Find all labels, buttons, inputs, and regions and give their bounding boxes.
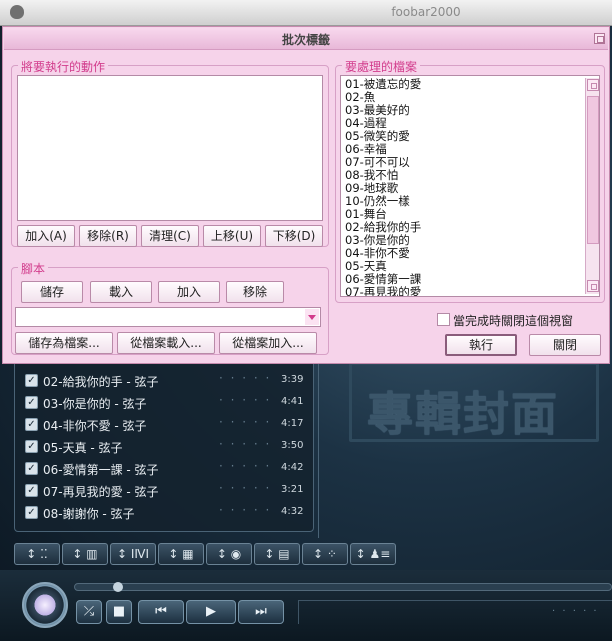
playlist-row-title: 07-再見我的愛 - 弦子 — [43, 485, 159, 499]
files-scrollbar[interactable] — [585, 78, 599, 294]
checkbox-checked-icon[interactable]: ✓ — [25, 506, 38, 519]
checkbox-checked-icon[interactable]: ✓ — [25, 418, 38, 431]
add-action-button[interactable]: 加入(A) — [17, 225, 75, 247]
file-item[interactable]: 06-愛情第一課 — [345, 273, 421, 286]
playlist-toolbar: ↕ ⁚⁚ ↕ ▥ ↕ ⅠⅣⅠ ↕ ▦ ↕ ◉ ↕ ▤ ↕ ⁘ ↕ ♟≡ — [14, 543, 404, 565]
rating-dots[interactable]: · · · · · — [219, 415, 271, 429]
transport-bar: ⤰ ■ ⏮ ▶ ⏭ · · · · · — [0, 570, 612, 641]
album-cover-panel: 專輯封面 — [318, 350, 612, 538]
toolbar-button-5[interactable]: ↕ ◉ — [206, 543, 252, 565]
execute-button[interactable]: 執行 — [445, 334, 517, 356]
scroll-up-icon[interactable] — [587, 79, 599, 91]
album-cover-placeholder: 專輯封面 — [367, 387, 559, 441]
load-script-button[interactable]: 載入 — [90, 281, 152, 303]
checkbox-checked-icon[interactable]: ✓ — [25, 396, 38, 409]
foobar-titlebar: foobar2000 — [0, 0, 612, 26]
checkbox-checked-icon[interactable]: ✓ — [25, 440, 38, 453]
close-when-done-label: 當完成時關閉這個視窗 — [453, 314, 574, 328]
toolbar-button-3[interactable]: ↕ ⅠⅣⅠ — [110, 543, 156, 565]
script-select[interactable] — [15, 307, 321, 327]
playlist-row-time: 3:21 — [281, 484, 304, 495]
toolbar-button-6[interactable]: ↕ ▤ — [254, 543, 300, 565]
files-group-label: 要處理的檔案 — [342, 58, 421, 75]
clean-actions-button[interactable]: 清理(C) — [141, 225, 199, 247]
playlist-row[interactable]: ✓ 07-再見我的愛 - 弦子 · · · · · 3:21 — [23, 481, 309, 501]
remove-action-button[interactable]: 移除(R) — [79, 225, 137, 247]
seek-knob[interactable] — [113, 582, 123, 592]
playlist-row-time: 3:50 — [281, 440, 304, 451]
foobar-window-title: foobar2000 — [391, 5, 461, 19]
next-button[interactable]: ⏭ — [238, 600, 284, 624]
playlist-row[interactable]: ✓ 03-你是你的 - 弦子 · · · · · 4:41 — [23, 393, 309, 413]
rating-dots[interactable]: · · · · · — [219, 371, 271, 385]
playlist-row-time: 4:32 — [281, 506, 304, 517]
close-when-done-checkbox[interactable] — [437, 313, 450, 326]
seek-bar[interactable] — [74, 582, 612, 592]
playlist-row-time: 4:17 — [281, 418, 304, 429]
playlist-row[interactable]: ✓ 06-愛情第一課 - 弦子 · · · · · 4:42 — [23, 459, 309, 479]
playlist-panel[interactable]: ✓ 02-給我你的手 - 弦子 · · · · · 3:39 ✓ 03-你是你的… — [14, 350, 314, 532]
scrollbar-thumb[interactable] — [587, 96, 599, 244]
playlist-row[interactable]: ✓ 02-給我你的手 - 弦子 · · · · · 3:39 — [23, 371, 309, 391]
actions-list[interactable] — [17, 75, 323, 221]
files-group: 要處理的檔案 01-被遺忘的愛 02-魚 03-最美好的 04-過程 05-微笑… — [335, 58, 605, 303]
play-button[interactable]: ▶ — [186, 600, 236, 624]
foobar-disc-logo-icon — [22, 582, 68, 628]
actions-group-label: 將要執行的動作 — [18, 58, 109, 75]
move-up-button[interactable]: 上移(U) — [203, 225, 261, 247]
playlist-row-title: 02-給我你的手 - 弦子 — [43, 375, 159, 389]
playlist-row-title: 03-你是你的 - 弦子 — [43, 397, 147, 411]
rating-dots[interactable]: · · · · · — [219, 503, 271, 517]
toolbar-button-7[interactable]: ↕ ⁘ — [302, 543, 348, 565]
chevron-down-icon[interactable] — [305, 309, 319, 325]
playlist-row-title: 05-天真 - 弦子 — [43, 441, 123, 455]
script-group-label: 腳本 — [18, 260, 49, 277]
dialog-close-icon[interactable] — [594, 33, 605, 44]
rating-dots[interactable]: · · · · · — [219, 393, 271, 407]
close-button[interactable]: 關閉 — [529, 334, 601, 356]
checkbox-checked-icon[interactable]: ✓ — [25, 484, 38, 497]
shuffle-button[interactable]: ⤰ — [76, 600, 102, 624]
load-from-file-button[interactable]: 從檔案載入... — [117, 332, 215, 354]
save-to-file-button[interactable]: 儲存為檔案... — [15, 332, 113, 354]
add-script-button[interactable]: 加入 — [158, 281, 220, 303]
toolbar-button-1[interactable]: ↕ ⁚⁚ — [14, 543, 60, 565]
scroll-down-icon[interactable] — [587, 280, 599, 292]
dialog-titlebar[interactable]: 批次標籤 — [4, 28, 608, 50]
playlist-row-time: 4:42 — [281, 462, 304, 473]
playlist-row[interactable]: ✓ 05-天真 - 弦子 · · · · · 3:50 — [23, 437, 309, 457]
stop-button[interactable]: ■ — [106, 600, 132, 624]
rating-dots[interactable]: · · · · · — [219, 459, 271, 473]
playlist-row-time: 3:39 — [281, 374, 304, 385]
playlist-row[interactable]: ✓ 08-謝謝你 - 弦子 · · · · · 4:32 — [23, 503, 309, 523]
playlist-row-title: 04-非你不愛 - 弦子 — [43, 419, 147, 433]
playlist-row-title: 06-愛情第一課 - 弦子 — [43, 463, 159, 477]
dialog-title: 批次標籤 — [281, 33, 330, 47]
save-script-button[interactable]: 儲存 — [21, 281, 83, 303]
checkbox-checked-icon[interactable]: ✓ — [25, 374, 38, 387]
playlist-row-title: 08-謝謝你 - 弦子 — [43, 507, 135, 521]
rating-dots[interactable]: · · · · · — [219, 437, 271, 451]
playlist-row-time: 4:41 — [281, 396, 304, 407]
move-down-button[interactable]: 下移(D) — [265, 225, 323, 247]
checkbox-checked-icon[interactable]: ✓ — [25, 462, 38, 475]
actions-group: 將要執行的動作 加入(A) 移除(R) 清理(C) 上移(U) 下移(D) — [11, 58, 329, 247]
rating-dots[interactable]: · · · · · — [219, 481, 271, 495]
toolbar-button-4[interactable]: ↕ ▦ — [158, 543, 204, 565]
remove-script-button[interactable]: 移除 — [226, 281, 284, 303]
volume-dots[interactable]: · · · · · — [552, 606, 599, 617]
batch-tag-dialog: 批次標籤 將要執行的動作 加入(A) 移除(R) 清理(C) 上移(U) 下移(… — [2, 26, 610, 364]
files-list[interactable]: 01-被遺忘的愛 02-魚 03-最美好的 04-過程 05-微笑的愛 06-幸… — [340, 75, 600, 297]
toolbar-button-8[interactable]: ↕ ♟≡ — [350, 543, 396, 565]
previous-button[interactable]: ⏮ — [138, 600, 184, 624]
toolbar-button-2[interactable]: ↕ ▥ — [62, 543, 108, 565]
playlist-row[interactable]: ✓ 04-非你不愛 - 弦子 · · · · · 4:17 — [23, 415, 309, 435]
add-from-file-button[interactable]: 從檔案加入... — [219, 332, 317, 354]
file-item[interactable]: 07-再見我的愛 — [345, 286, 421, 296]
